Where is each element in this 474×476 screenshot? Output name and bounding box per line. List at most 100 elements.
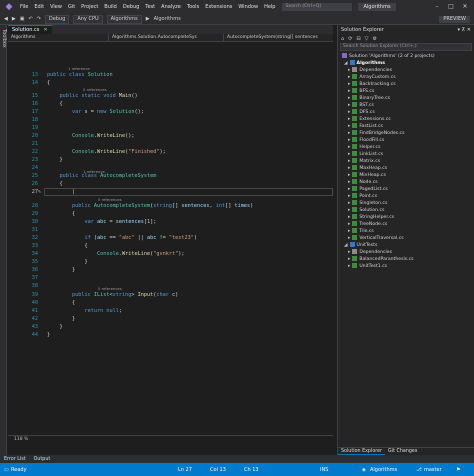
tree-file[interactable]: ▸ Helper.cs <box>348 144 380 151</box>
tree-file[interactable]: ▸ Dependencies <box>348 67 392 74</box>
csharp-file-icon <box>352 207 358 212</box>
csharp-file-icon <box>352 144 358 149</box>
tree-file[interactable]: ▸ ArrayCustom.cs <box>348 74 396 81</box>
csharp-file-icon <box>352 263 358 268</box>
save-icon[interactable]: ▣ <box>20 16 25 22</box>
tree-file[interactable]: ▸ LinkList.cs <box>348 151 383 158</box>
preview-badge[interactable]: PREVIEW <box>439 16 470 23</box>
tree-file[interactable]: ▸ VerticalTraversal.cs <box>348 235 404 242</box>
tree-file[interactable]: ▸ UnitTest1.cs <box>348 263 387 270</box>
notifications-icon[interactable]: ⚑ <box>456 467 460 473</box>
settings-icon[interactable]: ⚙ <box>372 36 376 42</box>
startup-select[interactable]: Algorithms <box>106 14 142 24</box>
solution-search-input[interactable]: Search Solution Explorer (Ctrl+;) <box>340 43 472 51</box>
minimize-icon[interactable]: – <box>430 0 444 14</box>
menu-help[interactable]: Help <box>261 0 278 14</box>
filter-icon[interactable]: ▽ <box>365 36 369 42</box>
menu-edit[interactable]: Edit <box>31 0 47 14</box>
csharp-file-icon <box>352 193 358 198</box>
undo-icon[interactable]: ↶ <box>28 16 32 22</box>
tree-file[interactable]: ▸ FindBridgeNodes.cs <box>348 130 404 137</box>
tab-error-list[interactable]: Error List <box>0 457 30 462</box>
home-icon[interactable]: ⌂ <box>341 36 344 42</box>
menu-git[interactable]: Git <box>65 0 78 14</box>
maximize-icon[interactable]: □ <box>444 0 458 14</box>
search-input[interactable]: Search (Ctrl+Q) <box>282 3 353 11</box>
tree-file[interactable]: ▸ BalancedParanthesis.cs <box>348 256 414 263</box>
expand-icon[interactable]: ◢ <box>344 243 348 248</box>
csharp-file-icon <box>352 221 358 226</box>
collapse-icon[interactable]: ⊟ <box>356 36 360 42</box>
tree-file[interactable]: ▸ FastList.cs <box>348 123 383 130</box>
repo-icon: ◈ <box>362 467 366 473</box>
tree-file[interactable]: ▸ MinHeap.cs <box>348 172 386 179</box>
csharp-file-icon <box>352 165 358 170</box>
tree-file[interactable]: ▸ Backtracking.cs <box>348 81 396 88</box>
tree-file[interactable]: ▸ Singleton.cs <box>348 200 387 207</box>
tree-file[interactable]: ▸ Trie.cs <box>348 228 374 235</box>
zoom-level[interactable]: 118 % <box>8 435 333 442</box>
lightbulb-icon[interactable]: ✎ <box>38 188 41 196</box>
tab-git-changes[interactable]: Git Changes <box>385 448 420 455</box>
config-select[interactable]: Debug <box>44 14 70 24</box>
tab-solution-explorer[interactable]: Solution Explorer <box>338 448 386 455</box>
menu-debug[interactable]: Debug <box>120 0 142 14</box>
tree-file[interactable]: ▸ Dependencies <box>348 249 392 256</box>
close-tab-icon[interactable]: ✕ <box>43 27 47 33</box>
status-ins[interactable]: INS <box>320 467 328 473</box>
expand-icon[interactable]: ◢ <box>344 61 348 66</box>
tree-file[interactable]: ▸ Solution.cs <box>348 207 384 214</box>
csharp-file-icon <box>352 137 358 142</box>
tree-file[interactable]: ▸ Point.cs <box>348 193 377 200</box>
pin-icon[interactable]: ▾ ⊼ ✕ <box>457 27 471 33</box>
dependencies-icon <box>352 249 358 254</box>
menu-analyze[interactable]: Analyze <box>158 0 184 14</box>
status-ready: Ready <box>11 467 27 473</box>
tree-file[interactable]: ▸ MaxHeap.cs <box>348 165 387 172</box>
menu-window[interactable]: Window <box>235 0 261 14</box>
tree-file[interactable]: ▸ Extensions.cs <box>348 116 391 123</box>
menu-tools[interactable]: Tools <box>184 0 202 14</box>
ready-icon: ▭ <box>4 467 9 473</box>
nav-project-select[interactable]: Algorithms <box>8 34 108 42</box>
csharp-file-icon <box>352 172 358 177</box>
tree-file[interactable]: ▸ DFS.cs <box>348 109 375 116</box>
tree-file[interactable]: ▸ StringHelper.cs <box>348 214 394 221</box>
tree-file[interactable]: ▸ FloodFill.cs <box>348 137 384 144</box>
menu-view[interactable]: View <box>47 0 65 14</box>
sync-icon[interactable]: ⟳ <box>348 36 352 42</box>
tree-file[interactable]: ▸ PagedList.cs <box>348 186 388 193</box>
status-branch[interactable]: master <box>424 467 442 473</box>
status-repo[interactable]: Algorithms <box>370 467 397 473</box>
menu-extensions[interactable]: Extensions <box>202 0 235 14</box>
tab-output[interactable]: Output <box>30 457 55 462</box>
tree-file[interactable]: ▸ Matrix.cs <box>348 158 380 165</box>
tree-file[interactable]: ▸ BFS.cs <box>348 88 374 95</box>
run-icon[interactable]: ▶ <box>146 16 150 22</box>
toolbox-tab[interactable]: Toolbox <box>1 29 7 48</box>
menu-project[interactable]: Project <box>78 0 101 14</box>
redo-icon[interactable]: ↷ <box>37 16 41 22</box>
back-icon[interactable]: ◀ <box>4 16 8 22</box>
close-icon[interactable]: ✕ <box>458 0 472 14</box>
menu-build[interactable]: Build <box>101 0 120 14</box>
dependencies-icon <box>352 67 358 72</box>
forward-icon[interactable]: ▶ <box>12 16 16 22</box>
tree-project-unittests[interactable]: ◢ UnitTests <box>344 242 377 249</box>
csharp-file-icon <box>352 228 358 233</box>
tree-solution[interactable]: Solution 'Algorithms' (2 of 2 projects) <box>342 53 435 60</box>
solution-icon <box>342 53 347 58</box>
tree-file[interactable]: ▸ BinaryTree.cs <box>348 95 390 102</box>
tree-file[interactable]: ▸ TreeNode.cs <box>348 221 387 228</box>
code-area[interactable]: 1 reference 13 public class Solution 14{ … <box>8 42 333 435</box>
run-button[interactable]: Algorithms <box>154 16 181 22</box>
nav-member-select[interactable]: AutocompleteSystem(string[] sentences <box>223 33 321 42</box>
tree-file[interactable]: ▸ BST.cs <box>348 102 374 109</box>
visual-studio-logo-icon: ◆ <box>5 2 13 12</box>
tree-project-algorithms[interactable]: ◢ Algorithms <box>344 60 385 67</box>
menu-file[interactable]: File <box>17 0 31 14</box>
tree-file[interactable]: ▸ Node.cs <box>348 179 378 186</box>
menu-test[interactable]: Test <box>142 0 158 14</box>
nav-class-select[interactable]: Algorithms.Solution.AutocompleteSys <box>108 33 223 42</box>
platform-select[interactable]: Any CPU <box>73 14 103 24</box>
